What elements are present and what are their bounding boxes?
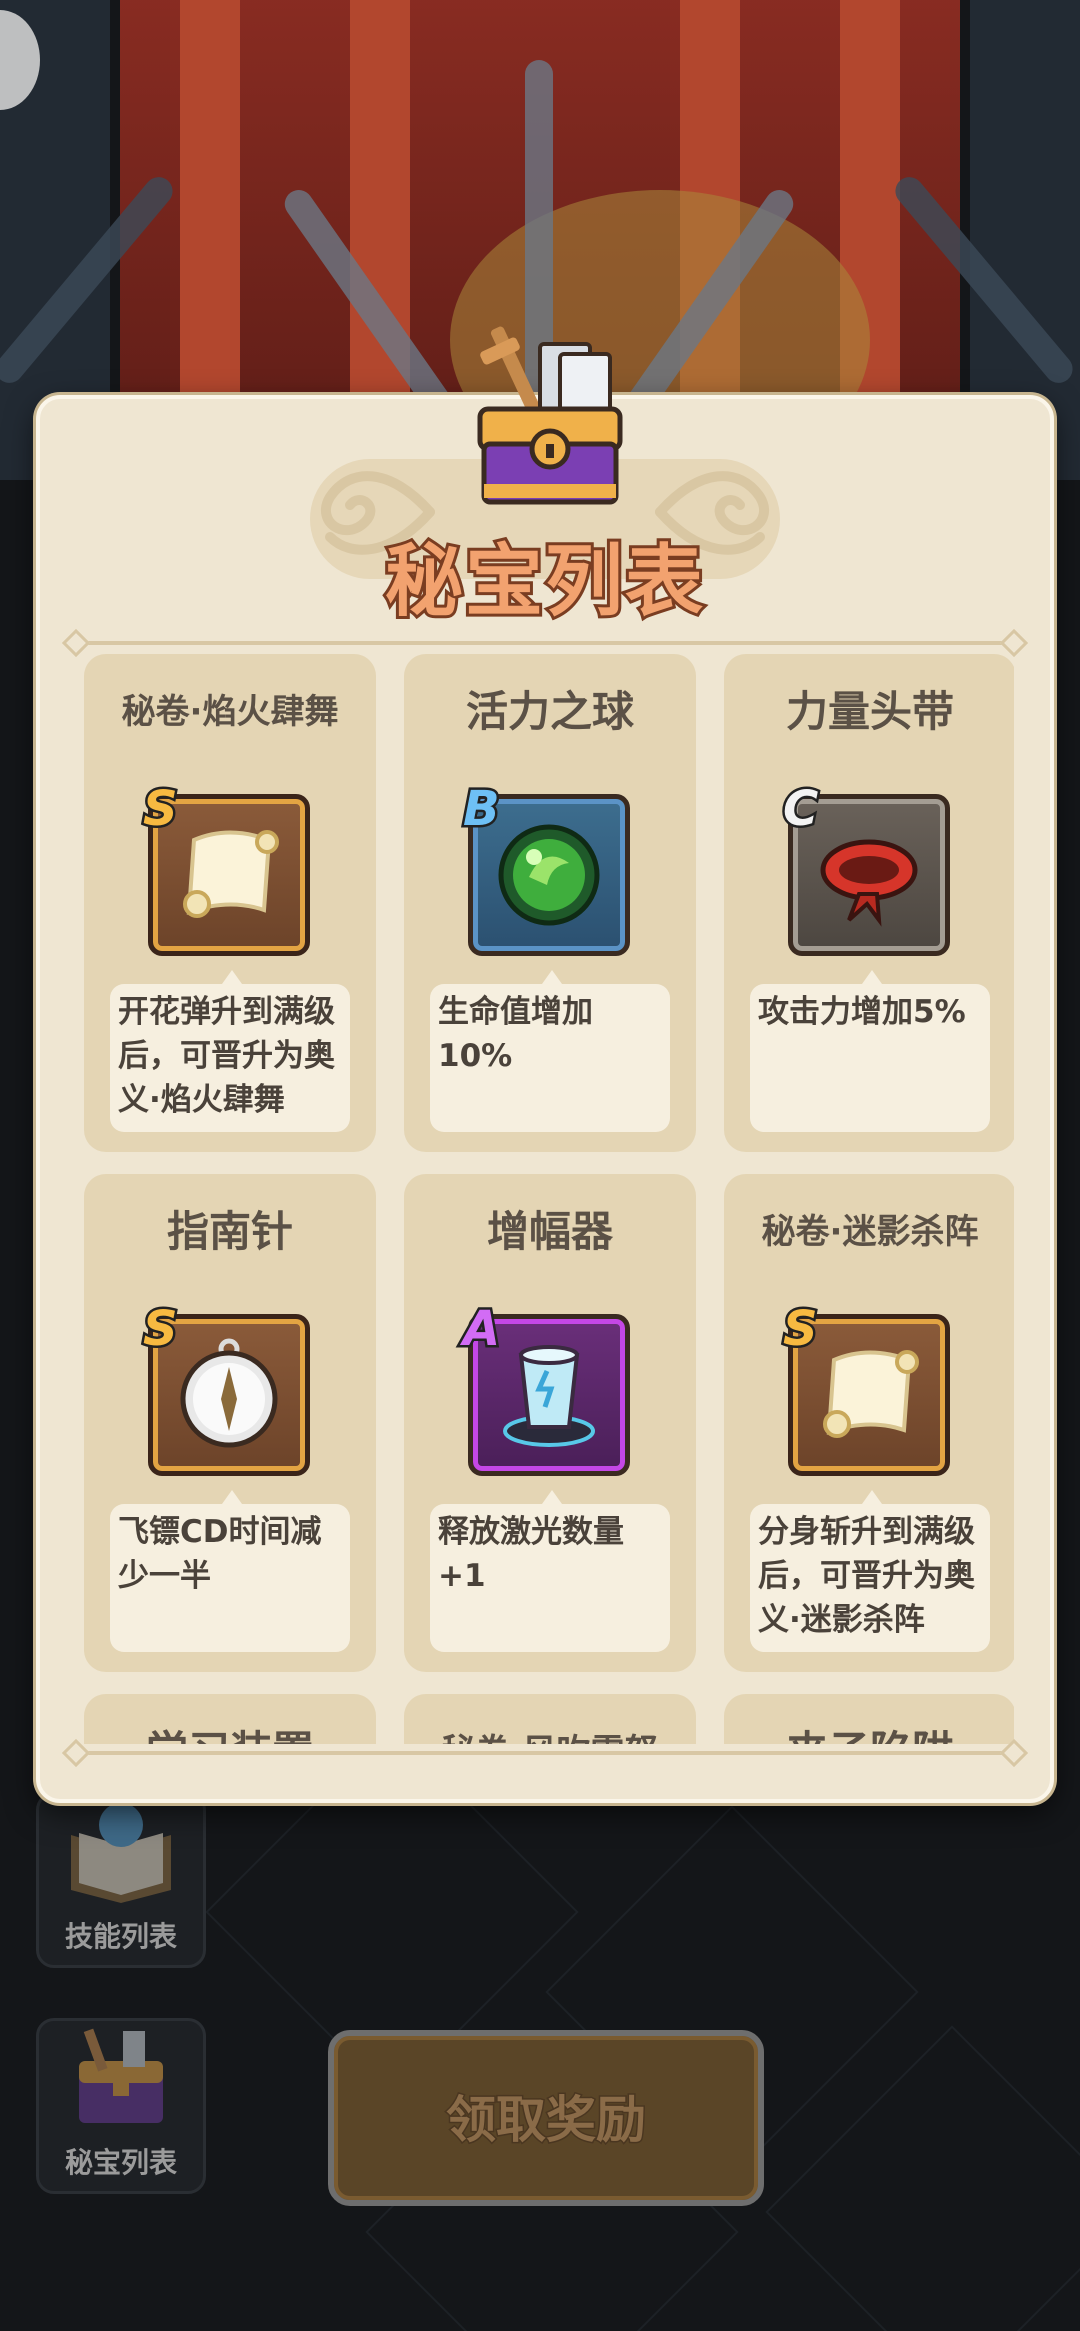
treasure-card[interactable]: 秘卷·迷影杀阵 S 分身斩升到满级后，可晋升为奥义·迷影杀阵 bbox=[724, 1174, 1014, 1672]
treasure-name: 秘卷·迷影杀阵 bbox=[761, 1212, 979, 1252]
grade-badge: S bbox=[141, 779, 181, 840]
treasure-name: 夹子陷阱 bbox=[724, 1718, 1014, 1744]
item-frame: B bbox=[461, 779, 630, 956]
scroll-icon bbox=[823, 1350, 919, 1438]
treasure-name: 秘卷·风吹雪怒 bbox=[404, 1724, 696, 1744]
divider bbox=[70, 1751, 1020, 1755]
treasure-card[interactable]: 增幅器 A 释放激光数量+1 bbox=[404, 1174, 696, 1672]
treasure-description: 分身斩升到满级后，可晋升为奥义·迷影杀阵 bbox=[750, 1490, 990, 1652]
treasure-description: 开花弹升到满级后，可晋升为奥义·焰火肆舞 bbox=[110, 970, 350, 1132]
treasure-name: 力量头带 bbox=[785, 687, 954, 736]
treasure-card[interactable]: 力量头带 C 攻击力增加5% bbox=[724, 654, 1014, 1152]
grade-badge: B bbox=[461, 779, 503, 840]
skills-list-label: 技能列表 bbox=[64, 1920, 177, 1953]
modal-title: 秘宝列表 bbox=[382, 534, 706, 630]
treasure-description: 攻击力增加5% bbox=[750, 970, 990, 1132]
item-frame: S bbox=[141, 779, 310, 956]
treasure-card[interactable]: 夹子陷阱 bbox=[724, 1694, 1014, 1744]
treasure-name: 秘卷·焰火肆舞 bbox=[121, 692, 339, 732]
treasure-description: 飞镖CD时间减少一半 bbox=[110, 1490, 350, 1652]
grade-badge: S bbox=[781, 1299, 821, 1360]
item-frame: C bbox=[780, 779, 950, 956]
treasure-list-modal: 秘宝列表 秘卷·焰火肆舞 S 开花弹升到满级后，可晋升为奥义·焰火肆舞 活力之球… bbox=[36, 326, 1054, 1803]
treasure-description: 释放激光数量+1 bbox=[430, 1490, 670, 1652]
treasure-chest-icon bbox=[79, 2028, 163, 2123]
treasure-card[interactable]: 活力之球 B 生命值增加10% bbox=[404, 654, 696, 1152]
treasure-list-button[interactable]: 秘宝列表 bbox=[36, 2018, 206, 2194]
item-frame: S bbox=[781, 1299, 950, 1476]
grade-badge: C bbox=[780, 779, 820, 840]
compass-icon bbox=[180, 1338, 278, 1448]
item-frame: S bbox=[141, 1299, 310, 1476]
claim-reward-label: 领取奖励 bbox=[445, 2090, 648, 2151]
green-orb-icon bbox=[498, 824, 600, 926]
divider bbox=[70, 641, 1020, 645]
grade-badge: A bbox=[460, 1299, 502, 1360]
treasure-chest-icon bbox=[477, 326, 623, 505]
skills-list-button[interactable]: 技能列表 bbox=[36, 1792, 206, 1968]
book-icon bbox=[71, 1803, 171, 1903]
red-headband-icon bbox=[820, 839, 918, 927]
item-frame: A bbox=[460, 1299, 630, 1476]
treasure-name: 增幅器 bbox=[486, 1207, 613, 1256]
treasure-card[interactable]: 秘卷·焰火肆舞 S 开花弹升到满级后，可晋升为奥义·焰火肆舞 bbox=[84, 654, 376, 1152]
amplifier-icon bbox=[503, 1345, 595, 1447]
scroll-icon bbox=[183, 830, 279, 918]
treasure-name: 指南针 bbox=[166, 1207, 293, 1256]
treasure-description: 生命值增加10% bbox=[430, 970, 670, 1132]
treasure-name: 学习装置 bbox=[84, 1718, 376, 1744]
claim-reward-button[interactable]: 领取奖励 bbox=[328, 2030, 764, 2206]
treasure-card[interactable]: 指南针 S 飞镖CD时间减少一半 bbox=[84, 1174, 376, 1672]
treasure-list[interactable]: 秘卷·焰火肆舞 S 开花弹升到满级后，可晋升为奥义·焰火肆舞 活力之球 B 生命… bbox=[84, 654, 1014, 1744]
treasure-card[interactable]: 学习装置 bbox=[84, 1694, 376, 1744]
treasure-list-label: 秘宝列表 bbox=[64, 2146, 177, 2179]
grade-badge: S bbox=[141, 1299, 181, 1360]
treasure-card[interactable]: 秘卷·风吹雪怒 bbox=[404, 1694, 696, 1744]
treasure-name: 活力之球 bbox=[465, 687, 634, 736]
